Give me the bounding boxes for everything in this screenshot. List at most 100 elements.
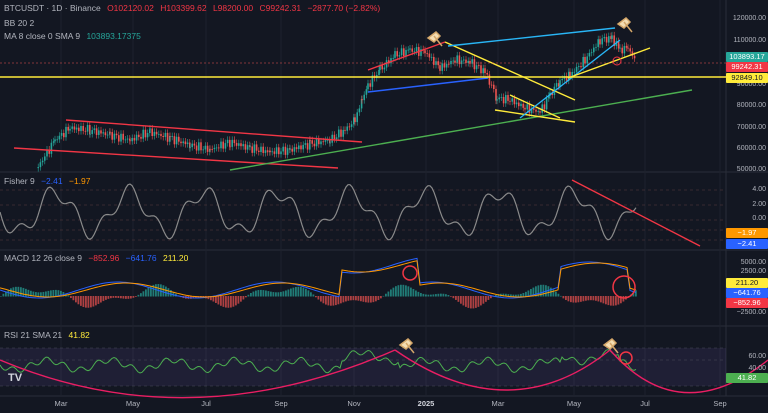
ma-indicator-label[interactable]: MA 8 close 0 SMA 9 103893.17375: [4, 31, 145, 41]
fisher-indicator-label[interactable]: Fisher 9 −2.41 −1.97: [4, 176, 95, 186]
candle-body: [443, 63, 446, 68]
macd-indicator-label[interactable]: MACD 12 26 close 9 −852.96 −641.76 211.2…: [4, 253, 192, 263]
macd-histogram-bar: [37, 292, 40, 297]
macd-hist-tag: 211.20: [726, 278, 768, 288]
macd-histogram-bar: [460, 296, 462, 304]
candle-body: [405, 50, 407, 57]
candle-body: [120, 133, 122, 142]
macd-histogram-bar: [347, 296, 350, 301]
candle-body: [73, 126, 76, 130]
candle-body: [342, 129, 344, 137]
candle-body: [56, 139, 58, 141]
candle-body: [473, 59, 476, 70]
candle-body: [533, 108, 535, 110]
macd-histogram-bar: [330, 296, 332, 306]
candle-body: [246, 145, 249, 150]
fisher-tag-1: −2.41: [726, 239, 768, 249]
rsi-indicator-label[interactable]: RSI 21 SMA 21 41.82: [4, 330, 94, 340]
macd-histogram-bar: [42, 291, 45, 297]
candle-body: [331, 134, 333, 143]
candle-body: [242, 144, 244, 147]
candle-body: [84, 130, 87, 132]
macd-histogram-bar: [542, 284, 545, 297]
candle-body: [313, 143, 316, 147]
candle-body: [304, 143, 307, 145]
candle-body: [86, 124, 89, 132]
candle-body: [430, 56, 433, 58]
rsi-tick: 40.00: [748, 365, 766, 372]
candle-body: [275, 147, 278, 154]
candle-body: [378, 69, 380, 76]
candle-body: [315, 138, 318, 147]
macd-histogram-bar: [102, 296, 105, 302]
x-tick: Jul: [201, 399, 211, 408]
macd-highlight-circle: [612, 275, 636, 299]
macd-histogram-bar: [287, 289, 290, 297]
close-value: C99242.31: [259, 3, 302, 13]
macd-histogram-bar: [255, 290, 257, 297]
symbol-label[interactable]: BTCUSDT · 1D · Binance: [4, 3, 101, 13]
macd-histogram-bar: [377, 296, 380, 301]
candle-body: [448, 63, 450, 65]
candle-body: [445, 63, 448, 68]
chart-canvas[interactable]: [0, 0, 768, 413]
macd-histogram-bar: [560, 295, 562, 297]
candle-body: [162, 136, 164, 138]
macd-label: MACD 12 26 close 9: [4, 253, 82, 263]
ma-value: 103893.17375: [86, 31, 141, 41]
macd-histogram-bar: [400, 284, 402, 297]
candle-body: [452, 60, 454, 62]
candle-body: [306, 143, 309, 150]
price-tick: 120000.00: [732, 15, 766, 22]
candle-body: [621, 47, 623, 54]
macd-histogram-bar: [340, 296, 342, 304]
macd-histogram-bar: [307, 290, 310, 297]
macd-histogram-bar: [440, 293, 442, 297]
bb-indicator-label[interactable]: BB 20 2: [4, 18, 34, 28]
candle-body: [202, 149, 204, 151]
macd-histogram-bar: [147, 287, 150, 297]
candle-body: [173, 136, 176, 145]
macd-histogram-bar: [295, 287, 297, 297]
candle-body: [142, 129, 144, 139]
candle-body: [284, 146, 287, 155]
candle-body: [500, 96, 503, 98]
candle-body: [575, 66, 578, 72]
candle-body: [298, 145, 300, 150]
candle-body: [605, 36, 608, 43]
candle-body: [95, 128, 98, 135]
macd-histogram-bar: [467, 296, 470, 308]
tradingview-logo[interactable]: TV: [8, 372, 22, 384]
price-tick: 110000.00: [733, 37, 766, 44]
macd-histogram-bar: [105, 296, 107, 300]
macd-histogram-bar: [517, 294, 520, 297]
macd-histogram-bar: [552, 289, 555, 297]
candle-body: [264, 150, 267, 153]
candle-body: [180, 141, 182, 144]
candle-body: [293, 147, 296, 152]
fisher-tick: 0.00: [752, 215, 766, 222]
candle-body: [486, 72, 488, 75]
macd-histogram-bar: [462, 296, 465, 306]
macd-histogram-bar: [592, 296, 595, 301]
price-tick: 60000.00: [736, 145, 766, 152]
candle-body: [302, 144, 304, 150]
fisher-tick: 4.00: [752, 186, 766, 193]
candle-body: [478, 65, 480, 67]
macd-histogram-bar: [432, 294, 435, 297]
candle-body: [155, 131, 158, 135]
candle-body: [37, 167, 39, 169]
macd-histogram-bar: [50, 290, 52, 297]
candle-body: [361, 99, 363, 101]
candle-body: [111, 132, 113, 140]
macd-histogram-bar: [455, 296, 457, 300]
candle-body: [282, 146, 284, 152]
macd-histogram-bar: [465, 296, 467, 307]
last-price-tag: 99242.31: [726, 62, 768, 72]
candle-body: [91, 130, 93, 134]
macd-histogram-bar: [425, 294, 427, 297]
candle-body: [582, 56, 584, 68]
macd-histogram-bar: [597, 296, 600, 302]
macd-histogram-bar: [277, 292, 280, 297]
macd-histogram-bar: [335, 296, 337, 306]
